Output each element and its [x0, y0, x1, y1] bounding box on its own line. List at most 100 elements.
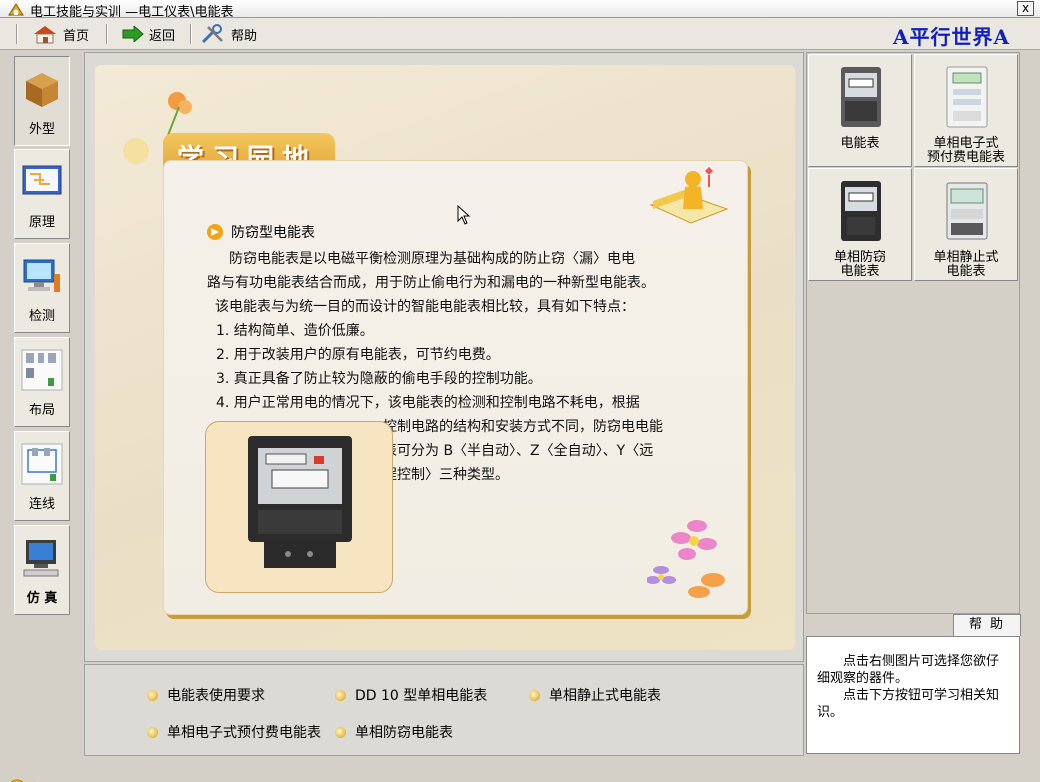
title-bar: 电工技能与实训 —电工仪表\电能表 x [0, 0, 1040, 20]
electric-meter-image [248, 436, 352, 568]
main-panel: 学习园地 [84, 52, 804, 662]
tools-icon [201, 24, 223, 44]
diagram-icon [22, 165, 62, 195]
device-label-line: 单相防窃 [833, 250, 886, 265]
dot-bullet-icon [529, 689, 540, 701]
help-label: 帮助 [231, 28, 258, 44]
left-nav: 外型 原理 检测 布局 连线 仿 真 [0, 51, 82, 782]
arrow-decoration [123, 138, 149, 164]
device-label: 单相防窃 电能表 [809, 251, 911, 279]
book-person-icon [649, 167, 729, 224]
toolbar-separator [16, 24, 18, 44]
cursor-icon [457, 205, 471, 225]
box-icon [26, 73, 58, 107]
meter-image-frame [205, 421, 393, 593]
nav-label: 原理 [28, 215, 55, 230]
section-title-text: 防窃型电能表 [231, 225, 315, 241]
brand-title: A平行世界A [892, 25, 1010, 49]
help-tab[interactable]: 帮助 [953, 614, 1021, 636]
music-icon [10, 779, 24, 782]
nav-label: 布局 [28, 403, 55, 418]
home-label: 首页 [63, 28, 90, 44]
device-static-meter[interactable]: 单相静止式 电能表 [914, 168, 1018, 281]
nav-item-simulation[interactable]: 仿 真 [14, 525, 70, 615]
link-label: 单相电子式预付费电能表 [167, 725, 321, 741]
nav-item-layout[interactable]: 布局 [14, 337, 70, 427]
dot-bullet-icon [147, 726, 158, 738]
help-text-line: 点击下方按钮可学习相关知识。 [817, 688, 1000, 720]
paragraph-line: 该电能表与为统一目的而设计的智能电能表相比较，具有如下特点： [215, 299, 635, 315]
home-button[interactable]: 首页 [32, 23, 89, 45]
nav-label: 仿 真 [26, 591, 58, 606]
bottom-links-bar: 电能表使用要求 DD 10 型单相电能表 单相静止式电能表 单相电子式预付费电能… [84, 664, 804, 756]
device-label-line: 预付费电能表 [926, 150, 1005, 165]
device-antitheft-meter[interactable]: 单相防窃 电能表 [808, 168, 912, 281]
link-antitheft-meter[interactable]: 单相防窃电能表 [335, 722, 453, 742]
device-energy-meter[interactable]: 电能表 [808, 54, 912, 167]
flower-decoration [647, 520, 725, 598]
prepaid-meter-icon [946, 66, 988, 128]
music-label: 音乐 [28, 778, 54, 782]
arrow-bullet-icon [207, 224, 223, 240]
link-label: 单相静止式电能表 [549, 688, 661, 704]
link-dd10-meter[interactable]: DD 10 型单相电能表 [335, 685, 487, 705]
computer-icon [23, 259, 60, 292]
dot-bullet-icon [335, 689, 346, 701]
paragraph-line: 控制电路的结构和安装方式不同，防窃电电能 [383, 419, 663, 435]
static-meter-icon [946, 182, 988, 240]
paragraph-line: 表可分为 B〈半自动〉、Z〈全自动〉、Y〈远 [383, 443, 654, 459]
content-area: 学习园地 [95, 65, 795, 650]
paragraph-line: 防窃电能表是以电磁平衡检测原理为基础构成的防止窃〈漏〉电电 [229, 251, 635, 267]
device-label-line: 电能表 [946, 264, 986, 279]
toolbar-separator [190, 24, 192, 44]
nav-label: 连线 [28, 497, 55, 512]
device-label: 单相静止式 电能表 [915, 251, 1017, 279]
help-button[interactable]: 帮助 [200, 23, 257, 45]
nav-item-appearance[interactable]: 外型 [14, 56, 70, 146]
music-toggle[interactable]: 音乐 [8, 778, 54, 782]
list-item: 3. 真正具备了防止较为隐蔽的偷电手段的控制功能。 [216, 371, 542, 387]
device-prepaid-meter[interactable]: 单相电子式 预付费电能表 [914, 54, 1018, 167]
list-item: 2. 用于改装用户的原有电能表，可节约电费。 [216, 347, 500, 363]
nav-label: 外型 [28, 122, 55, 137]
nav-item-detect[interactable]: 检测 [14, 243, 70, 333]
home-icon [34, 26, 56, 44]
link-label: 单相防窃电能表 [355, 725, 453, 741]
back-label: 返回 [149, 28, 176, 44]
link-static-meter[interactable]: 单相静止式电能表 [529, 685, 661, 705]
link-label: DD 10 型单相电能表 [355, 688, 488, 704]
link-label: 电能表使用要求 [167, 688, 265, 704]
dot-bullet-icon [147, 689, 158, 701]
device-panel: 电能表 单相电子式 预付费电能表 单相防窃 电能表 单相静止式 电能表 [806, 52, 1020, 614]
help-text-line: 点击右侧图片可选择您欲仔细观察的器件。 [817, 654, 1000, 686]
paragraph-line: 程控制〉三种类型。 [383, 467, 509, 483]
device-label: 单相电子式 预付费电能表 [915, 137, 1017, 165]
link-meter-requirements[interactable]: 电能表使用要求 [147, 685, 265, 705]
list-item: 1. 结构简单、造价低廉。 [216, 323, 374, 339]
dot-bullet-icon [335, 726, 346, 738]
device-label-line: 单相电子式 [933, 136, 999, 151]
device-label-line: 电能表 [840, 264, 880, 279]
antitheft-meter-icon [841, 181, 881, 241]
toolbar: 首页 返回 帮助 A平行世界A [0, 18, 1040, 50]
wiring-icon [21, 443, 63, 485]
device-label: 电能表 [809, 137, 911, 165]
nav-label: 检测 [28, 309, 55, 324]
paragraph-line: 路与有功电能表结合而成，用于防止偷电行为和漏电的一种新型电能表。 [207, 275, 655, 291]
link-prepaid-meter[interactable]: 单相电子式预付费电能表 [147, 722, 321, 742]
section-title: 防窃型电能表 [207, 222, 315, 242]
device-label-line: 电能表 [840, 136, 880, 151]
list-item: 4. 用户正常用电的情况下，该电能表的检测和控制电路不耗电，根据 [216, 395, 640, 411]
nav-item-principle[interactable]: 原理 [14, 149, 70, 239]
nav-item-wiring[interactable]: 连线 [14, 431, 70, 521]
monitor-icon [23, 540, 59, 577]
device-label-line: 单相静止式 [933, 250, 999, 265]
help-text-panel: 点击右侧图片可选择您欲仔细观察的器件。 点击下方按钮可学习相关知识。 [806, 636, 1020, 754]
app-icon [8, 3, 24, 16]
close-button[interactable]: x [1017, 1, 1034, 16]
toolbar-separator [106, 24, 108, 44]
layout-icon [21, 349, 63, 391]
back-button[interactable]: 返回 [122, 23, 175, 45]
energy-meter-icon [841, 67, 881, 127]
arrow-right-icon [122, 26, 144, 42]
